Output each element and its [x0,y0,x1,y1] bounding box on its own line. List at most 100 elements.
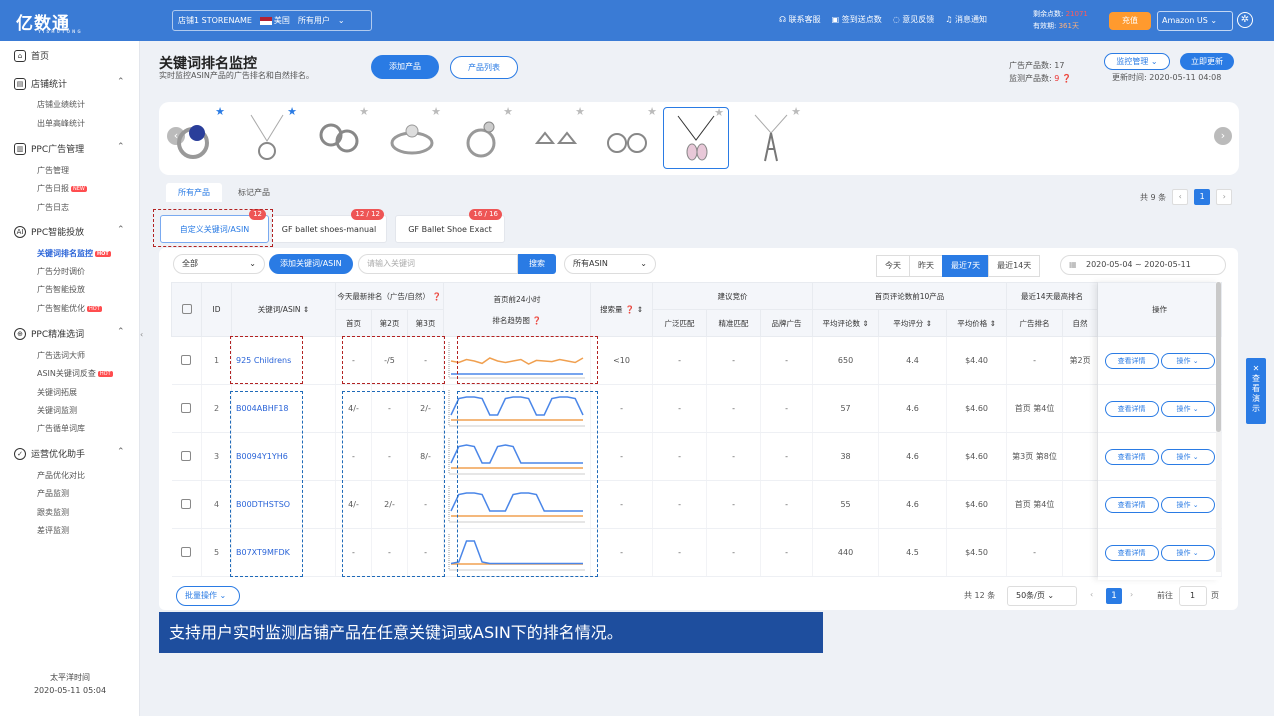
view-detail-button[interactable]: 查看详情 [1104,352,1159,369]
row-checkbox[interactable] [171,528,202,577]
prev-page-icon[interactable]: ‹ [1090,590,1093,599]
sidebar-item-smart-ads[interactable]: 广告智能投放 [37,284,85,295]
chevron-up-icon[interactable]: ⌃ [117,447,125,457]
star-icon[interactable]: ★ [714,106,724,119]
date-yesterday[interactable]: 昨天 [909,255,943,277]
product-thumb[interactable]: ★ [163,105,229,169]
star-icon[interactable]: ★ [359,105,369,118]
demo-tab[interactable]: ✕ 查看演示 [1246,358,1266,424]
date-last14[interactable]: 最近14天 [988,255,1041,277]
view-detail-button[interactable]: 查看详情 [1104,544,1159,561]
add-product-button[interactable]: 添加产品 [371,55,439,79]
row-checkbox[interactable] [171,384,202,433]
row-checkbox[interactable] [171,480,202,529]
add-keyword-button[interactable]: 添加关键词/ASIN [269,254,353,274]
star-icon[interactable]: ★ [215,105,225,118]
product-thumb-selected[interactable]: ★ [663,106,729,169]
product-list-button[interactable]: 产品列表 [450,56,518,79]
operate-dropdown[interactable]: 操作 ⌄ [1160,448,1215,465]
sidebar-group-ops[interactable]: ✓ 运营优化助手 [14,447,85,460]
sidebar-home[interactable]: ⌂ 首页 [14,49,49,62]
recharge-button[interactable]: 充值 [1109,12,1151,30]
chevron-up-icon[interactable]: ⌃ [117,225,125,235]
star-icon[interactable]: ★ [503,105,513,118]
update-now-button[interactable]: 立即更新 [1180,53,1234,70]
sidebar-item-time-bid[interactable]: 广告分时调价 [37,266,85,277]
col-search-volume[interactable]: 搜索量 ❓ ⇕ [590,282,654,337]
sidebar-item-keyword-rank[interactable]: 关键词排名监控 HOT [37,248,111,259]
marketplace-select[interactable]: Amazon US ⌄ [1157,11,1233,31]
close-icon[interactable]: ✕ [1246,364,1266,374]
keyword-tab-manual[interactable]: GF ballet shoes-manual 12 / 12 [271,209,387,243]
sidebar-item-compare[interactable]: 产品优化对比 [37,470,85,481]
page-number[interactable]: 1 [1106,588,1122,604]
nav-notifications[interactable]: ♫ 消息通知 [945,14,987,25]
sidebar-item-product-monitor[interactable]: 产品监测 [37,488,69,499]
sidebar-item-keyword-expand[interactable]: 关键词拓展 [37,387,77,398]
sidebar-item-peak[interactable]: 出单高峰统计 [37,118,85,129]
col-avg-price[interactable]: 平均价格 ⇕ [946,309,1008,337]
operate-dropdown[interactable]: 操作 ⌄ [1160,400,1215,417]
product-thumb[interactable]: ★ [379,105,445,169]
logo[interactable]: 亿数通 YISHUTONG [16,9,81,34]
sidebar-group-ppc-words[interactable]: ⊕ PPC精准选词 [14,327,84,340]
row-checkbox[interactable] [171,432,202,481]
star-icon[interactable]: ★ [575,105,585,118]
product-thumb[interactable]: ★ [523,105,589,169]
gear-icon[interactable]: ✲ [1237,12,1253,28]
prev-page-icon[interactable]: ‹ [1172,189,1189,205]
carousel-next-icon[interactable]: › [1214,127,1232,145]
filter-select[interactable]: 全部 ⌄ [173,254,265,274]
sidebar-item-bad-review[interactable]: 差评监测 [37,525,69,536]
star-icon[interactable]: ★ [647,105,657,118]
help-icon[interactable]: ❓ [532,316,541,325]
sidebar-group-ppc-manage[interactable]: ▥ PPC广告管理 [14,142,84,155]
sidebar-group-ppc-smart[interactable]: AI PPC智能投放 [14,225,84,238]
sidebar-item-asin-reverse[interactable]: ASIN关键词反查 HOT [37,368,113,379]
sidebar-item-ad-manage[interactable]: 广告管理 [37,165,69,176]
nav-feedback[interactable]: ◌ 意见反馈 [893,14,935,25]
page-number[interactable]: 1 [1194,189,1211,205]
product-thumb[interactable]: ★ [307,105,373,169]
next-page-icon[interactable]: › [1130,590,1133,599]
row-checkbox[interactable] [171,336,202,385]
date-range-picker[interactable]: ▦ 2020-05-04 ~ 2020-05-11 [1060,255,1226,275]
nav-support[interactable]: ☊ 联系客服 [779,14,821,25]
help-icon[interactable]: ❓ [1062,74,1072,83]
monitor-manage-button[interactable]: 监控管理 ⌄ [1104,53,1170,70]
view-detail-button[interactable]: 查看详情 [1104,400,1159,417]
star-icon[interactable]: ★ [431,105,441,118]
product-thumb[interactable]: ★ [739,105,805,169]
col-keyword[interactable]: 关键词/ASIN ⇕ [231,282,336,337]
tab-all-products[interactable]: 所有产品 [166,183,222,202]
chevron-up-icon[interactable]: ⌃ [117,327,125,337]
table-scrollbar[interactable] [1216,282,1221,572]
product-thumb[interactable]: ★ [235,105,301,169]
sidebar-item-store-sales[interactable]: 店铺业绩统计 [37,99,85,110]
store-selector[interactable]: 店铺1 STORENAME 美国 所有用户 ⌄ [172,10,372,31]
scrollbar-thumb[interactable] [1216,282,1221,432]
star-icon[interactable]: ★ [791,105,801,118]
sidebar-item-word-master[interactable]: 广告选词大师 [37,350,85,361]
col-avg-reviews[interactable]: 平均评论数 ⇕ [812,309,880,337]
sidebar-item-follow-sell[interactable]: 跟卖监测 [37,507,69,518]
chevron-up-icon[interactable]: ⌃ [117,77,125,87]
sidebar-group-store[interactable]: ▤ 店铺统计 [14,77,67,90]
search-button[interactable]: 搜索 [518,254,556,274]
page-size-select[interactable]: 50条/页 ⌄ [1007,586,1077,606]
keyword-tab-exact[interactable]: GF Ballet Shoe Exact 16 / 16 [395,209,505,243]
operate-dropdown[interactable]: 操作 ⌄ [1160,352,1215,369]
date-today[interactable]: 今天 [876,255,910,277]
date-last7[interactable]: 最近7天 [942,255,990,277]
goto-page-input[interactable]: 1 [1179,586,1207,606]
sidebar-collapse-icon[interactable]: ‹ [140,330,148,342]
chevron-up-icon[interactable]: ⌃ [117,142,125,152]
star-icon[interactable]: ★ [287,105,297,118]
select-all-checkbox[interactable] [171,282,202,337]
asin-filter-select[interactable]: 所有ASIN ⌄ [564,254,656,274]
help-icon[interactable]: ❓ [432,292,441,301]
product-thumb[interactable]: ★ [451,105,517,169]
view-detail-button[interactable]: 查看详情 [1104,496,1159,513]
tab-marked-products[interactable]: 标记产品 [226,183,282,202]
batch-operation-button[interactable]: 批量操作 ⌄ [176,586,240,606]
